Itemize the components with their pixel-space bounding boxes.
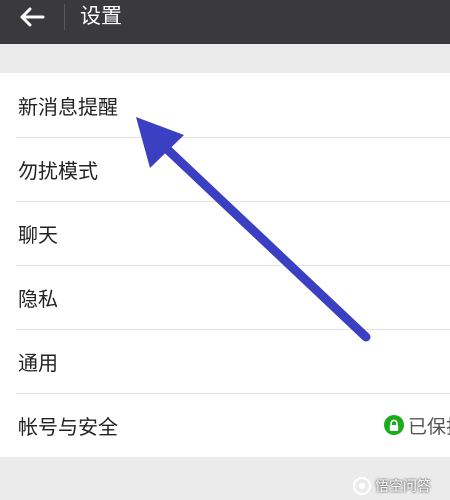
settings-item-label: 通用	[18, 350, 58, 375]
settings-item-do-not-disturb[interactable]: 勿扰模式	[0, 137, 450, 201]
settings-item-privacy[interactable]: 隐私	[0, 265, 450, 329]
page-title: 设置	[80, 4, 122, 28]
settings-item-label: 隐私	[18, 286, 58, 311]
watermark-text: 悟空问答	[375, 479, 431, 495]
account-status-text: 已保护	[408, 415, 450, 438]
settings-item-label: 新消息提醒	[18, 94, 118, 119]
arrow-left-icon	[20, 7, 45, 27]
lock-icon	[384, 415, 404, 435]
settings-item-general[interactable]: 通用	[0, 329, 450, 393]
title-divider	[64, 4, 65, 30]
settings-item-label: 聊天	[18, 222, 58, 247]
watermark-logo-icon	[353, 477, 371, 495]
watermark: 悟空问答	[352, 474, 431, 498]
settings-item-chat[interactable]: 聊天	[0, 201, 450, 265]
settings-item-label: 帐号与安全	[18, 414, 118, 439]
settings-item-account-security[interactable]: 帐号与安全 已保护	[0, 393, 450, 457]
back-button[interactable]	[12, 0, 52, 34]
settings-list: 新消息提醒 勿扰模式 聊天 隐私 通用 帐号与安全 已保护	[0, 73, 450, 457]
settings-item-label: 勿扰模式	[18, 158, 98, 183]
account-status: 已保护	[384, 393, 450, 457]
title-bar: 设置	[0, 0, 450, 44]
settings-item-new-message-alerts[interactable]: 新消息提醒	[0, 73, 450, 137]
